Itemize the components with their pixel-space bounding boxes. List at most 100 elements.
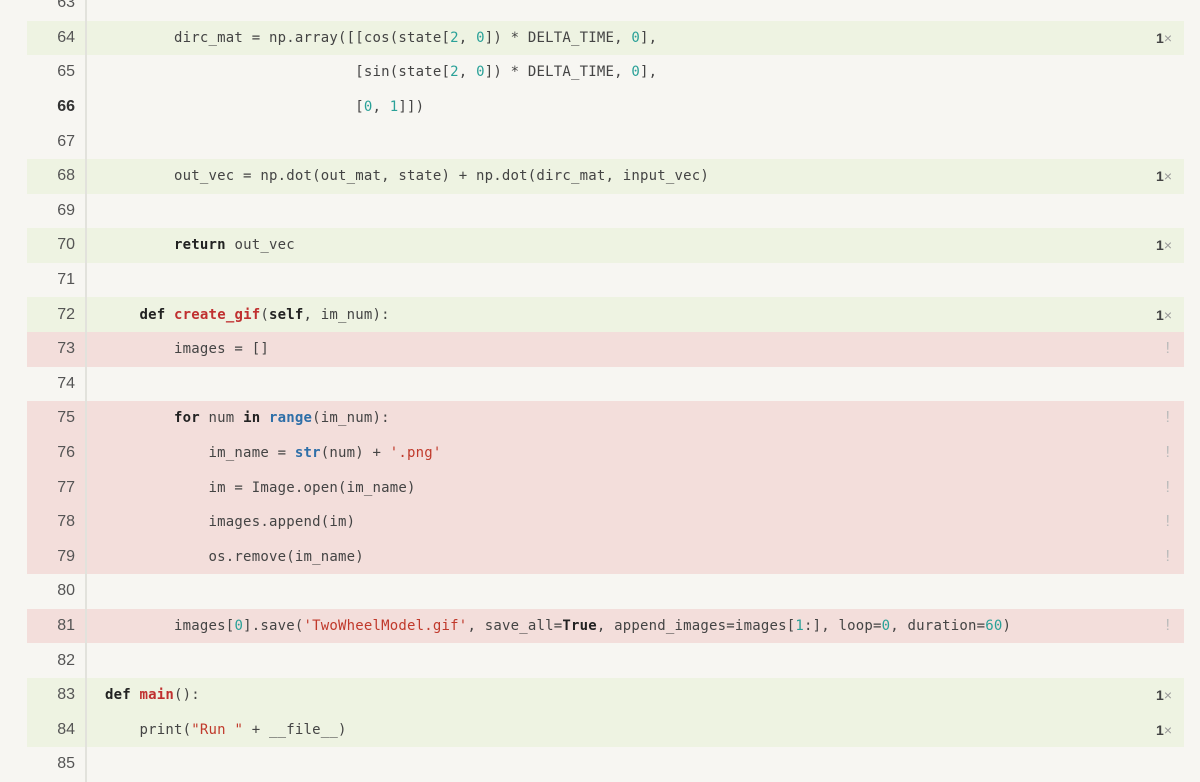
source-line-77[interactable]: 77 im = Image.open(im_name)! (27, 470, 1184, 505)
code-text: im = Image.open(im_name) (105, 479, 416, 496)
missed-line-icon: ! (1165, 409, 1170, 427)
source-line-70[interactable]: 70 return out_vec 1× (27, 228, 1184, 263)
code-text: , (372, 99, 390, 116)
keyword-token: def (105, 687, 131, 704)
code-content: im_name = str(num) + '.png' (87, 445, 1184, 461)
line-number[interactable]: 76 (27, 435, 87, 471)
code-text: im_name = (105, 445, 295, 462)
code-text: ( (260, 306, 269, 323)
code-text: (): (174, 687, 200, 704)
times-icon: × (1163, 306, 1172, 323)
times-icon: × (1163, 721, 1172, 738)
code-text: ) (1002, 617, 1012, 634)
source-line-69[interactable]: 69 (27, 193, 1184, 229)
line-number[interactable]: 77 (27, 470, 87, 505)
source-line-72[interactable]: 72 def create_gif(self, im_num): 1× (27, 297, 1184, 332)
times-icon: × (1163, 29, 1172, 46)
line-number[interactable]: 78 (27, 504, 87, 540)
line-number[interactable]: 64 (27, 20, 87, 56)
string-token: 'TwoWheelModel.gif' (303, 617, 468, 634)
builtin-token: str (294, 445, 321, 462)
missed-line-icon: ! (1165, 513, 1170, 531)
code-content: def create_gif(self, im_num): (87, 307, 1184, 323)
code-text: + __file__) (243, 721, 347, 738)
line-number[interactable]: 66 (27, 89, 87, 125)
source-line-74[interactable]: 74 (27, 366, 1184, 402)
code-text: images = [] (105, 341, 269, 358)
line-number[interactable]: 72 (27, 297, 87, 332)
source-line-76[interactable]: 76 im_name = str(num) + '.png'! (27, 435, 1184, 471)
source-line-79[interactable]: 79 os.remove(im_name)! (27, 539, 1184, 575)
source-line-80[interactable]: 80 (27, 574, 1184, 609)
keyword-token: in (243, 410, 261, 427)
times-icon: × (1163, 687, 1172, 704)
string-token: "Run " (191, 721, 244, 738)
code-content: def main(): (87, 687, 1184, 703)
line-number[interactable]: 81 (27, 608, 87, 644)
line-number[interactable]: 70 (27, 228, 87, 263)
line-number[interactable]: 71 (27, 262, 87, 298)
line-number[interactable]: 75 (27, 401, 87, 436)
string-token: '.png' (389, 445, 442, 462)
line-number[interactable]: 79 (27, 539, 87, 575)
times-icon: × (1163, 237, 1172, 254)
code-text: , (458, 29, 477, 46)
source-line-75[interactable]: 75 for num in range(im_num):! (27, 401, 1184, 436)
line-number[interactable]: 68 (27, 158, 87, 194)
source-line-66[interactable]: 66 [0, 1]]) (27, 89, 1184, 125)
source-line-73[interactable]: 73 images = []! (27, 331, 1184, 367)
line-number[interactable]: 65 (27, 55, 87, 90)
missed-line-icon: ! (1165, 616, 1170, 634)
source-line-81[interactable]: 81 images[0].save('TwoWheelModel.gif', s… (27, 608, 1184, 644)
code-text: images.append(im) (105, 514, 356, 531)
source-line-84[interactable]: 84 print("Run " + __file__) 1× (27, 712, 1184, 748)
code-text: ]) * DELTA_TIME, (484, 64, 632, 81)
line-number[interactable]: 84 (27, 712, 87, 748)
line-number[interactable]: 74 (27, 366, 87, 402)
line-number[interactable]: 83 (27, 677, 87, 713)
code-text: ], (640, 29, 658, 46)
code-text: , (458, 64, 477, 81)
line-number[interactable]: 82 (27, 643, 87, 678)
code-text: , duration= (890, 617, 986, 634)
missed-line-icon: ! (1165, 444, 1170, 462)
line-number[interactable]: 63 (27, 0, 87, 21)
line-number[interactable]: 80 (27, 574, 87, 609)
code-content: images.append(im) (87, 514, 1184, 530)
number-token: 60 (985, 617, 1003, 634)
number-token: 0 (631, 29, 641, 46)
code-text: out_vec = np.dot(out_mat, state) + np.do… (105, 168, 710, 185)
code-text: [ (105, 99, 364, 116)
source-line-64[interactable]: 64 dirc_mat = np.array([[cos(state[2, 0]… (27, 20, 1184, 56)
code-content: print("Run " + __file__) (87, 722, 1184, 738)
source-line-65[interactable]: 65 [sin(state[2, 0]) * DELTA_TIME, 0], (27, 55, 1184, 90)
code-text: (im_num): (312, 410, 390, 427)
line-number[interactable]: 69 (27, 193, 87, 229)
source-line-71[interactable]: 71 (27, 262, 1184, 298)
source-line-67[interactable]: 67 (27, 124, 1184, 159)
hit-count-badge: 1× (1156, 687, 1172, 703)
code-text: ], (640, 64, 658, 81)
builtin-token: range (268, 410, 313, 427)
missed-line-icon: ! (1165, 547, 1170, 565)
line-number[interactable]: 67 (27, 124, 87, 159)
source-line-78[interactable]: 78 images.append(im)! (27, 504, 1184, 540)
line-number[interactable]: 73 (27, 331, 87, 367)
code-text: :], loop= (803, 617, 882, 634)
source-line-63[interactable]: 63 (27, 0, 1184, 21)
missed-line-icon: ! (1165, 478, 1170, 496)
number-token: 0 (476, 64, 485, 81)
number-token: 0 (631, 64, 641, 81)
code-content: [0, 1]]) (87, 99, 1184, 115)
source-line-68[interactable]: 68 out_vec = np.dot(out_mat, state) + np… (27, 158, 1184, 194)
hit-count-badge: 1× (1156, 307, 1172, 323)
source-line-83[interactable]: 83 def main(): 1× (27, 677, 1184, 713)
hit-count-badge: 1× (1156, 722, 1172, 738)
source-line-85[interactable]: 85 (27, 747, 1184, 782)
line-number[interactable]: 85 (27, 747, 87, 782)
source-line-82[interactable]: 82 (27, 643, 1184, 678)
